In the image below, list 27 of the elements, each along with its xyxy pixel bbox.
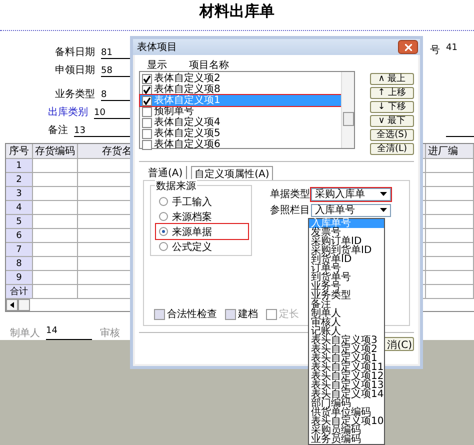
row-number: 6 [6, 229, 33, 243]
field-label: 号 [430, 44, 440, 58]
row-number: 7 [6, 243, 33, 257]
field-label: 单据类型 [270, 188, 308, 201]
row-number: 1 [6, 159, 33, 173]
row-number: 5 [6, 215, 33, 229]
row-number: 4 [6, 201, 33, 215]
field-label: 参照栏目 [270, 204, 308, 217]
column-header: 显示 [147, 59, 167, 70]
field-label: 申领日期 [55, 64, 95, 77]
total-label: 合计 [6, 285, 33, 299]
row-number: 9 [6, 271, 33, 285]
row-number: 2 [6, 173, 33, 187]
column-header: 序号 [6, 144, 33, 159]
field-label: 业务类型 [55, 88, 95, 101]
field-label: 备注 [48, 124, 68, 137]
field-label: 制单人 [10, 326, 40, 340]
row-number: 3 [6, 187, 33, 201]
row-number: 8 [6, 257, 33, 271]
field-label: 审核 [100, 326, 120, 340]
column-header: 进厂编 [426, 144, 474, 159]
column-header: 项目名称 [189, 59, 229, 70]
field-label: 备料日期 [55, 46, 95, 59]
form-title: 材料出库单 [198, 1, 276, 22]
column-header: 存货编码 [33, 144, 78, 159]
dialog-title: 表体项目 [137, 40, 177, 54]
group-title: 数据来源 [155, 179, 197, 193]
